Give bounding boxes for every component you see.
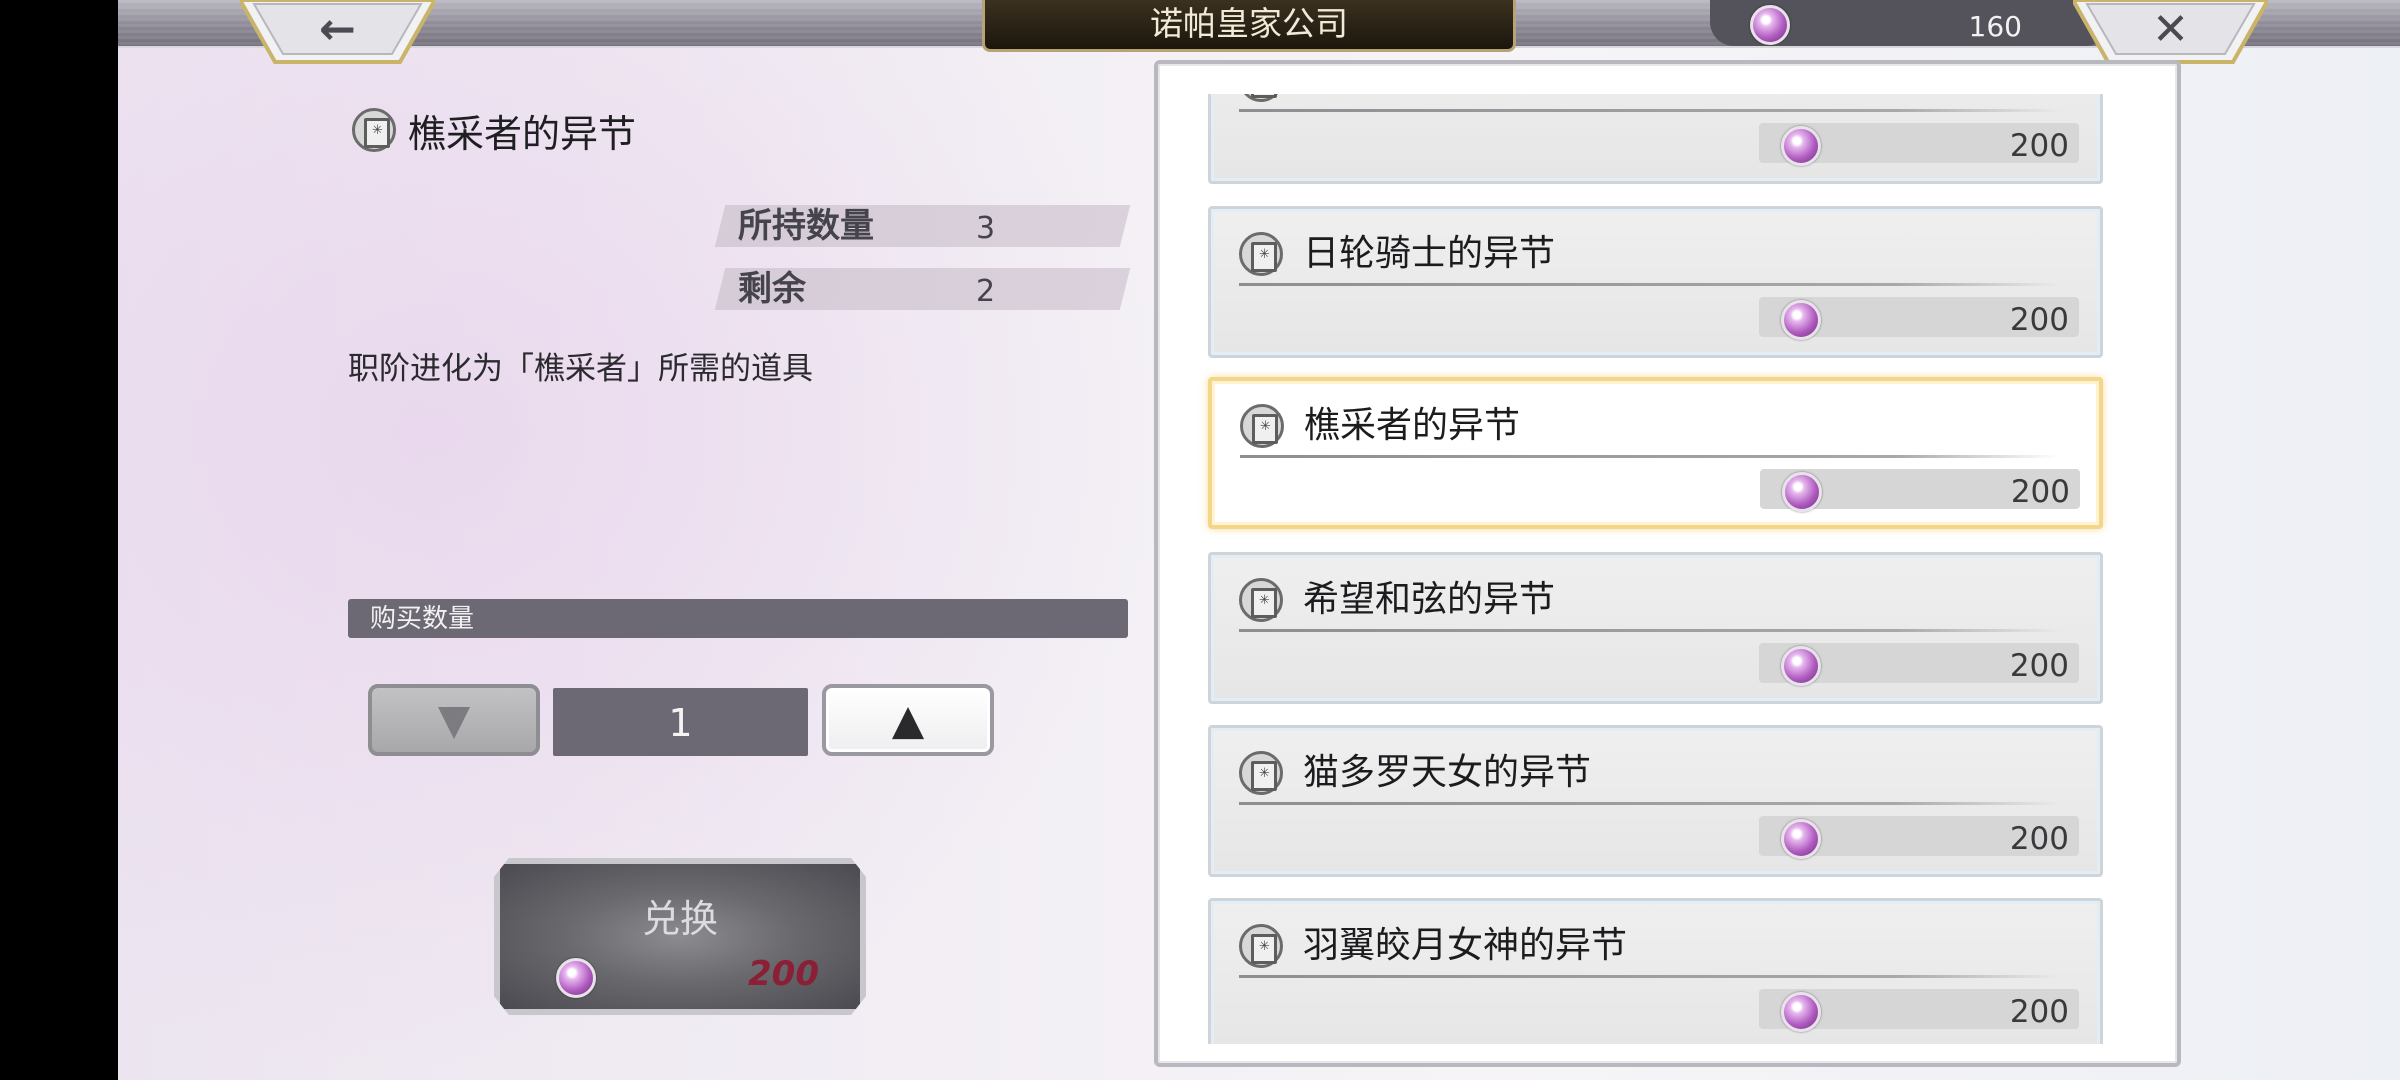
item-book-icon: ✳ [1239, 751, 1283, 795]
decrease-quantity-button[interactable]: ▼ [368, 684, 540, 756]
list-item-price: 200 [2009, 994, 2069, 1030]
currency-amount: 160 [1968, 10, 2022, 43]
quantity-value: 1 [668, 701, 693, 745]
list-item[interactable]: ✳ 200 [1208, 94, 2103, 184]
remaining-label: 剩余 [738, 269, 806, 309]
list-item-price: 200 [2009, 128, 2069, 164]
gem-icon [556, 958, 596, 998]
item-list[interactable]: ✳ 200 ✳ 日轮骑士的异节 200 ✳ 樵采者的异节 [1158, 94, 2177, 1044]
gem-icon [1781, 819, 1821, 859]
gem-icon [1750, 5, 1790, 45]
divider [1239, 802, 2060, 805]
divider [1239, 975, 2060, 978]
exchange-button[interactable]: 兑换 200 [494, 858, 866, 1015]
close-icon: ✕ [2152, 4, 2189, 55]
list-item[interactable]: ✳ 日轮骑士的异节 200 [1208, 206, 2103, 358]
quantity-field[interactable]: 1 [553, 688, 808, 756]
price-bar: 200 [1759, 643, 2079, 686]
gem-icon [1781, 992, 1821, 1032]
price-bar: 200 [1759, 297, 2079, 340]
chevron-up-icon: ▲ [891, 695, 925, 744]
gem-icon [1781, 646, 1821, 686]
list-item[interactable]: ✳ 猫多罗天女的异节 200 [1208, 725, 2103, 877]
gem-icon [1781, 126, 1821, 166]
list-item-selected[interactable]: ✳ 樵采者的异节 200 [1208, 377, 2103, 529]
list-item-price: 200 [2009, 302, 2069, 338]
item-book-icon: ✳ [1240, 404, 1284, 448]
divider [1239, 109, 2060, 112]
list-item-name: 希望和弦的异节 [1303, 579, 1556, 620]
item-book-icon: ✳ [1239, 232, 1283, 276]
item-description: 职阶进化为「樵采者」所需的道具 [348, 351, 813, 387]
owned-label: 所持数量 [738, 206, 874, 246]
increase-quantity-button[interactable]: ▲ [822, 684, 994, 756]
list-item[interactable]: ✳ 希望和弦的异节 200 [1208, 552, 2103, 704]
list-item-price: 200 [2009, 821, 2069, 857]
divider [1240, 455, 2059, 458]
list-item[interactable]: ✳ 羽翼皎月女神的异节 200 [1208, 898, 2103, 1044]
divider [1239, 629, 2060, 632]
remaining-value: 2 [976, 274, 996, 309]
gem-icon [1781, 300, 1821, 340]
list-item-name: 羽翼皎月女神的异节 [1303, 925, 1628, 966]
chevron-down-icon: ▼ [437, 695, 471, 744]
quantity-label: 购买数量 [370, 604, 475, 634]
currency-display: 160 [1710, 0, 2110, 46]
list-item-name: 猫多罗天女的异节 [1303, 752, 1592, 793]
item-detail-title: 樵采者的异节 [408, 112, 637, 156]
price-bar: 200 [1760, 469, 2080, 512]
owned-value: 3 [976, 211, 996, 246]
gem-icon [1782, 472, 1822, 512]
page-title: 诺帕皇家公司 [1150, 4, 1348, 43]
price-bar: 200 [1759, 123, 2079, 166]
exchange-label: 兑换 [641, 897, 718, 941]
list-item-name: 日轮骑士的异节 [1303, 233, 1556, 274]
shop-title-plate: 诺帕皇家公司 [982, 0, 1516, 52]
item-book-icon: ✳ [1239, 94, 1283, 102]
exchange-cost: 200 [748, 954, 819, 994]
price-bar: 200 [1759, 816, 2079, 859]
item-book-icon: ✳ [1239, 578, 1283, 622]
list-item-price: 200 [2010, 474, 2070, 510]
price-bar: 200 [1759, 989, 2079, 1032]
list-item-name: 樵采者的异节 [1304, 405, 1521, 446]
list-item-price: 200 [2009, 648, 2069, 684]
item-list-panel: ✳ 200 ✳ 日轮骑士的异节 200 ✳ 樵采者的异节 [1154, 60, 2181, 1067]
shop-screen: ← 诺帕皇家公司 160 ✕ ✳ 樵采者的异节 所持数量 3 剩余 2 职阶进化… [118, 0, 2400, 1080]
item-book-icon: ✳ [352, 108, 396, 152]
item-book-icon: ✳ [1239, 924, 1283, 968]
back-button[interactable]: ← [240, 0, 435, 66]
quantity-header: 购买数量 [348, 599, 1128, 638]
close-button[interactable]: ✕ [2073, 0, 2268, 66]
back-arrow-icon: ← [319, 4, 356, 55]
divider [1239, 283, 2060, 286]
